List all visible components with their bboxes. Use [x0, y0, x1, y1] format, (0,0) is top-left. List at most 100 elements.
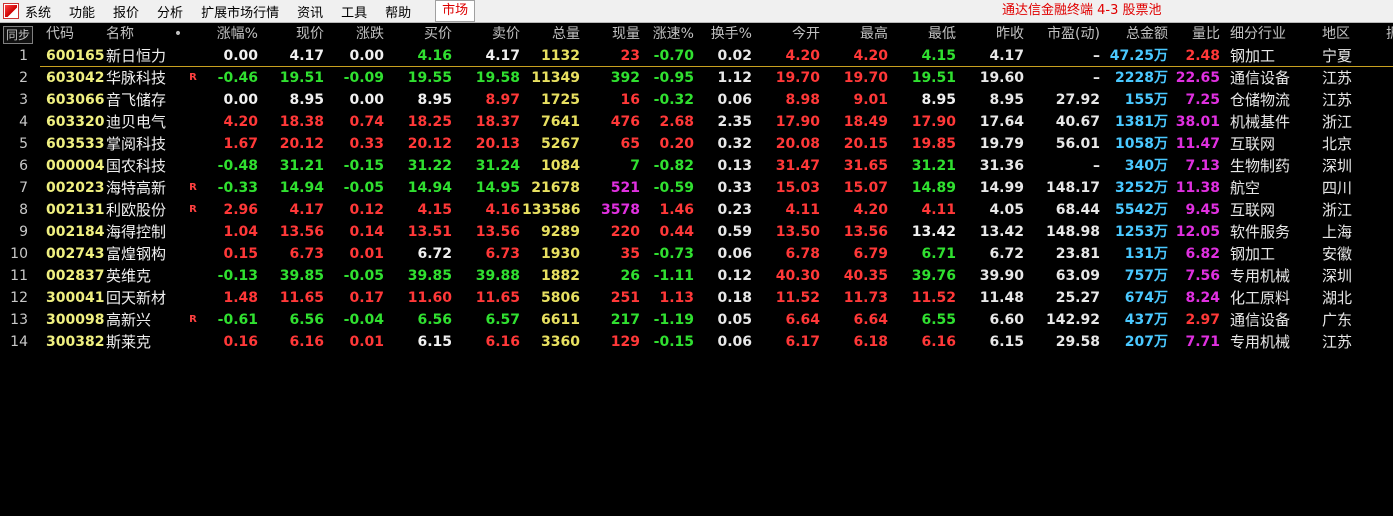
col-header-ask[interactable]: 卖价 — [456, 23, 520, 45]
col-header-vol-ratio[interactable]: 量比 — [1170, 23, 1220, 45]
col-header-dot[interactable]: • — [170, 23, 186, 45]
cell-industry: 化工原料 — [1230, 289, 1291, 307]
cell-ask: 6.16 — [485, 334, 520, 350]
cell-turnover: 0.23 — [717, 202, 752, 218]
table-row[interactable]: 5 603533 掌阅科技 1.67 20.12 0.33 20.12 20.13 5267 65… — [0, 133, 1393, 155]
table-row[interactable]: 3 603066 音飞储存 0.00 8.95 0.00 8.95 8.97 1725 16 -0.… — [0, 89, 1393, 111]
col-header-open[interactable]: 今开 — [756, 23, 820, 45]
col-header-code[interactable]: 代码 — [46, 23, 106, 45]
cell-volume: 1084 — [541, 158, 580, 174]
cell-high: 6.18 — [853, 334, 888, 350]
menu-extended-market[interactable]: 扩展市场行情 — [201, 2, 289, 21]
col-header-change[interactable]: 涨跌 — [326, 23, 384, 45]
cell-price: 6.56 — [289, 312, 324, 328]
cell-ask: 4.16 — [485, 202, 520, 218]
menu-analysis[interactable]: 分析 — [157, 2, 193, 21]
cell-idx: 8 — [19, 202, 28, 218]
cell-name: 音飞储存 — [106, 91, 167, 109]
cell-turnover: 0.59 — [717, 224, 752, 240]
cell-code: 002743 — [46, 246, 105, 262]
cell-pe: 148.17 — [1045, 180, 1100, 196]
col-header-pe[interactable]: 市盈(动) — [1026, 23, 1100, 45]
menu-tools[interactable]: 工具 — [341, 2, 377, 21]
col-header-amount[interactable]: 总金额 — [1102, 23, 1168, 45]
cell-price: 4.17 — [289, 202, 324, 218]
cell-high: 11.73 — [843, 290, 888, 306]
col-header-region[interactable]: 地区 — [1322, 23, 1366, 45]
cell-ask: 11.65 — [475, 290, 520, 306]
cell-name: 高新兴 — [106, 311, 152, 329]
menu-help[interactable]: 帮助 — [385, 2, 421, 21]
table-row[interactable]: 6 000004 国农科技 -0.48 31.21 -0.15 31.22 31.24 1084… — [0, 155, 1393, 177]
cell-code: 300041 — [46, 290, 105, 306]
cell-region: 深圳 — [1322, 267, 1353, 285]
cell-open: 40.30 — [775, 268, 820, 284]
cell-amount: 437万 — [1124, 312, 1168, 328]
cell-amount: 3252万 — [1115, 180, 1168, 196]
col-header-cur-vol[interactable]: 现量 — [582, 23, 640, 45]
col-header-extra[interactable]: 振 — [1386, 23, 1393, 45]
table-row[interactable]: 4 603320 迪贝电气 4.20 18.38 0.74 18.25 18.37 7641 47… — [0, 111, 1393, 133]
cell-idx: 14 — [10, 334, 28, 350]
cell-low: 6.16 — [921, 334, 956, 350]
cell-open: 17.90 — [775, 114, 820, 130]
cell-turnover: 0.05 — [717, 312, 752, 328]
cell-region: 江苏 — [1322, 91, 1353, 109]
table-row[interactable]: 13 300098 高新兴 R -0.61 6.56 -0.04 6.56 6.57 6611 21… — [0, 309, 1393, 331]
cell-amount: 1381万 — [1115, 114, 1168, 130]
menu-system[interactable]: 系统 — [25, 2, 61, 21]
table-row[interactable]: 11 002837 英维克 -0.13 39.85 -0.05 39.85 39.88 1882… — [0, 265, 1393, 287]
cell-high: 6.64 — [853, 312, 888, 328]
cell-code: 300382 — [46, 334, 105, 350]
cell-low: 8.95 — [921, 92, 956, 108]
table-row[interactable]: 1 600165 新日恒力 0.00 4.17 0.00 4.16 4.17 1132 23 -0.… — [0, 45, 1393, 67]
menu-news[interactable]: 资讯 — [297, 2, 333, 21]
table-row[interactable]: 9 002184 海得控制 1.04 13.56 0.14 13.51 13.56 9289 22… — [0, 221, 1393, 243]
table-row[interactable]: 10 002743 富煌钢构 0.15 6.73 0.01 6.72 6.73 1930 35 -0… — [0, 243, 1393, 265]
market-tab[interactable]: 市场 — [435, 0, 476, 22]
cell-turnover: 0.32 — [717, 136, 752, 152]
cell-turnover: 0.02 — [717, 48, 752, 64]
cell-change: 0.00 — [349, 48, 384, 64]
cell-prev-close: 6.15 — [989, 334, 1024, 350]
cell-industry: 航空 — [1230, 179, 1261, 197]
col-header-turnover[interactable]: 换手% — [696, 23, 752, 45]
cell-low: 19.85 — [911, 136, 956, 152]
cell-open: 20.08 — [775, 136, 820, 152]
cell-price: 19.51 — [279, 70, 324, 86]
col-header-bid[interactable]: 买价 — [388, 23, 452, 45]
menu-quote[interactable]: 报价 — [113, 2, 149, 21]
col-header-volume[interactable]: 总量 — [522, 23, 580, 45]
col-header-speed[interactable]: 涨速% — [642, 23, 694, 45]
cell-ask: 20.13 — [475, 136, 520, 152]
cell-high: 31.65 — [843, 158, 888, 174]
cell-code: 603533 — [46, 136, 105, 152]
table-row[interactable]: 14 300382 斯莱克 0.16 6.16 0.01 6.15 6.16 3360 129 -0… — [0, 331, 1393, 353]
col-header-high[interactable]: 最高 — [824, 23, 888, 45]
menu-function[interactable]: 功能 — [69, 2, 105, 21]
col-header-prev-close[interactable]: 昨收 — [960, 23, 1024, 45]
cell-cur-vol: 23 — [620, 48, 640, 64]
table-row[interactable]: 12 300041 回天新材 1.48 11.65 0.17 11.60 11.65 5806 2… — [0, 287, 1393, 309]
cell-vol-ratio: 11.47 — [1175, 136, 1220, 152]
table-row[interactable]: 8 002131 利欧股份 R 2.96 4.17 0.12 4.15 4.16 133586 35… — [0, 199, 1393, 221]
table-row[interactable]: 2 603042 华脉科技 R -0.46 19.51 -0.09 19.55 19.58 113… — [0, 67, 1393, 89]
col-header-industry[interactable]: 细分行业 — [1230, 23, 1310, 45]
cell-price: 6.73 — [289, 246, 324, 262]
cell-cur-vol: 35 — [620, 246, 640, 262]
cell-amount: 2228万 — [1115, 70, 1168, 86]
cell-open: 15.03 — [775, 180, 820, 196]
col-header-change-pct[interactable]: 涨幅% — [190, 23, 258, 45]
cell-speed: -0.73 — [653, 246, 694, 262]
cell-region: 广东 — [1322, 311, 1353, 329]
sync-button[interactable]: 同步 — [3, 26, 34, 44]
cell-code: 603320 — [46, 114, 105, 130]
table-row[interactable]: 7 002023 海特高新 R -0.33 14.94 -0.05 14.94 14.95 216… — [0, 177, 1393, 199]
cell-name: 海特高新 — [106, 179, 167, 197]
col-header-price[interactable]: 现价 — [262, 23, 324, 45]
cell-change-pct: 1.48 — [223, 290, 258, 306]
col-header-low[interactable]: 最低 — [892, 23, 956, 45]
app-logo-icon[interactable] — [3, 3, 19, 19]
col-header-name[interactable]: 名称 — [106, 23, 166, 45]
cell-code: 002023 — [46, 180, 105, 196]
